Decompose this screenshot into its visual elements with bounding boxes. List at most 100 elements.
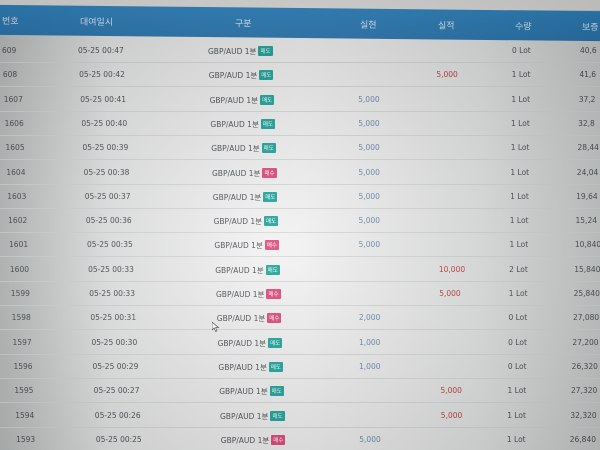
- header-settle[interactable]: 실현: [360, 18, 377, 31]
- row-number: 1599: [10, 289, 30, 298]
- row-qty: 2 Lot: [509, 264, 528, 274]
- header-realized[interactable]: 실적: [438, 18, 455, 31]
- row-number: 1598: [11, 313, 31, 323]
- sell-badge: 매도: [258, 46, 273, 56]
- row-type-label: GBP/AUD 1분: [216, 290, 265, 299]
- row-type: GBP/AUD 1분 매도: [208, 46, 273, 57]
- row-settle: 5,000: [358, 167, 380, 177]
- table-row[interactable]: 1594 05-25 00:26 GBP/AUD 1분 매도 5,000 1 Lot 32,…: [0, 403, 600, 428]
- row-time: 05-25 00:27: [93, 386, 140, 396]
- row-type-label: GBP/AUD 1분: [220, 435, 270, 445]
- row-qty: 1 Lot: [510, 191, 529, 201]
- table-row[interactable]: 1595 05-25 00:27 GBP/AUD 1분 매도 5,000 1 Lot 27,…: [0, 378, 600, 404]
- row-type-label: GBP/AUD 1분: [213, 217, 263, 227]
- sell-badge: 매도: [270, 410, 285, 421]
- sell-badge: 매도: [268, 337, 283, 348]
- table-row[interactable]: 1607 05-25 00:41 GBP/AUD 1분 매도 5,000 1 Lot 37,…: [0, 87, 600, 112]
- row-qty: 1 Lot: [510, 167, 530, 177]
- row-qty: 1 Lot: [509, 240, 529, 250]
- row-holding: 26,320: [571, 361, 598, 371]
- row-type: GBP/AUD 1분 매도: [213, 191, 278, 203]
- table-header: 번호 대여일시 구분 실현 실적 수량 보증: [0, 4, 600, 42]
- row-qty: 0 Lot: [512, 46, 531, 55]
- row-type: GBP/AUD 1분 매도: [209, 70, 274, 81]
- row-number: 1597: [12, 337, 32, 347]
- row-qty: 0 Lot: [508, 313, 528, 323]
- buy-badge: 매수: [271, 434, 286, 445]
- row-holding: 15,24: [575, 216, 597, 226]
- sell-badge: 매도: [261, 143, 276, 154]
- table-row[interactable]: 1597 05-25 00:30 GBP/AUD 1분 매도 1,000 0 Lot 27,…: [0, 330, 600, 355]
- buy-badge: 매수: [262, 167, 277, 178]
- row-type-label: GBP/AUD 1분: [212, 168, 261, 178]
- table-row[interactable]: 1601 05-25 00:35 GBP/AUD 1분 매수 5,000 1 Lot 10,…: [0, 232, 600, 258]
- table-row[interactable]: 609 05-25 00:47 GBP/AUD 1분 매도 0 Lot 40,6: [0, 38, 600, 63]
- row-type-label: GBP/AUD 1분: [210, 119, 259, 129]
- row-type: GBP/AUD 1분 매도: [218, 337, 283, 349]
- row-number: 1602: [8, 216, 28, 226]
- history-table-body: 609 05-25 00:47 GBP/AUD 1분 매도 0 Lot 40,6 608 05…: [0, 38, 600, 450]
- row-settle: 1,000: [359, 361, 381, 371]
- row-number: 1593: [16, 434, 36, 444]
- table-row[interactable]: 1593 05-25 00:25 GBP/AUD 1분 매수 5,000 1 Lot 26,…: [0, 427, 600, 450]
- table-row[interactable]: 1602 05-25 00:36 GBP/AUD 1분 매도 5,000 1 Lot 15,…: [0, 208, 600, 234]
- row-qty: 1 Lot: [511, 70, 531, 80]
- table-row[interactable]: 1596 05-25 00:29 GBP/AUD 1분 매도 1,000 0 Lot 26,…: [0, 354, 600, 379]
- row-time: 05-25 00:31: [90, 313, 137, 323]
- row-type-label: GBP/AUD 1분: [209, 95, 259, 105]
- sell-badge: 매도: [260, 118, 275, 129]
- row-settle: 5,000: [358, 94, 380, 104]
- row-number: 1607: [3, 94, 23, 104]
- monitor-screen: 번호 대여일시 구분 실현 실적 수량 보증 609 05-25 00:47 GBP…: [0, 0, 600, 450]
- row-number: 608: [2, 70, 18, 80]
- row-type: GBP/AUD 1분 매도: [219, 386, 284, 397]
- row-type: GBP/AUD 1분 매도: [218, 361, 283, 373]
- mouse-pointer-icon: [212, 322, 220, 332]
- table-row[interactable]: 1604 05-25 00:38 GBP/AUD 1분 매수 5,000 1 Lot 24,…: [0, 160, 600, 185]
- row-qty: 1 Lot: [507, 386, 527, 396]
- header-holding[interactable]: 보증: [582, 20, 599, 33]
- table-row[interactable]: 1603 05-25 00:37 GBP/AUD 1분 매도 5,000 1 Lot 19,…: [0, 184, 600, 209]
- row-holding: 27,080: [572, 313, 600, 323]
- row-realized: 5,000: [440, 386, 462, 396]
- row-number: 1605: [5, 143, 25, 153]
- row-number: 1594: [15, 410, 35, 420]
- row-type: GBP/AUD 1분 매도: [220, 410, 285, 422]
- row-settle: 5,000: [359, 434, 381, 444]
- table-row[interactable]: 1600 05-25 00:33 GBP/AUD 1분 매도 10,000 2 Lot 15…: [0, 257, 600, 282]
- row-time: 05-25 00:25: [95, 434, 142, 444]
- table-row[interactable]: 1605 05-25 00:39 GBP/AUD 1분 매도 5,000 1 Lot 28,…: [0, 135, 600, 161]
- row-time: 05-25 00:29: [92, 361, 139, 371]
- sell-badge: 매도: [268, 361, 283, 372]
- row-realized: 5,000: [439, 289, 461, 298]
- buy-badge: 매수: [264, 240, 279, 251]
- row-holding: 32,8: [578, 118, 595, 128]
- row-settle: 5,000: [358, 191, 380, 201]
- row-qty: 1 Lot: [507, 410, 526, 420]
- header-qty[interactable]: 수량: [515, 19, 532, 32]
- header-no[interactable]: 번호: [2, 14, 19, 27]
- row-holding: 32,320: [570, 410, 597, 420]
- row-type-label: GBP/AUD 1분: [219, 387, 268, 397]
- row-type: GBP/AUD 1분 매수: [216, 289, 281, 300]
- row-time: 05-25 00:35: [86, 240, 133, 250]
- header-time[interactable]: 대여일시: [80, 15, 113, 28]
- row-time: 05-25 00:30: [91, 337, 138, 347]
- row-type-label: GBP/AUD 1분: [215, 265, 264, 275]
- row-holding: 24,04: [576, 167, 599, 177]
- row-holding: 10,840: [574, 240, 600, 250]
- table-row[interactable]: 1599 05-25 00:33 GBP/AUD 1분 매수 5,000 1 Lot 25,…: [0, 281, 600, 306]
- row-number: 1606: [4, 118, 24, 128]
- row-type: GBP/AUD 1분 매도: [211, 143, 276, 154]
- row-type-label: GBP/AUD 1분: [218, 362, 267, 372]
- row-type: GBP/AUD 1분 매수: [214, 240, 279, 251]
- row-settle: 2,000: [358, 313, 381, 323]
- row-type-label: GBP/AUD 1분: [208, 47, 257, 56]
- row-type: GBP/AUD 1분 매수: [212, 167, 277, 179]
- row-time: 05-25 00:37: [84, 191, 131, 201]
- table-row[interactable]: 1598 05-25 00:31 GBP/AUD 1분 매수 2,000 0 Lot 27,…: [0, 305, 600, 331]
- table-row[interactable]: 1606 05-25 00:40 GBP/AUD 1분 매도 5,000 1 Lot 32,…: [0, 111, 600, 136]
- row-number: 609: [2, 46, 17, 55]
- table-row[interactable]: 608 05-25 00:42 GBP/AUD 1분 매도 5,000 1 Lot 41,6: [0, 62, 600, 88]
- header-type[interactable]: 구분: [235, 16, 252, 29]
